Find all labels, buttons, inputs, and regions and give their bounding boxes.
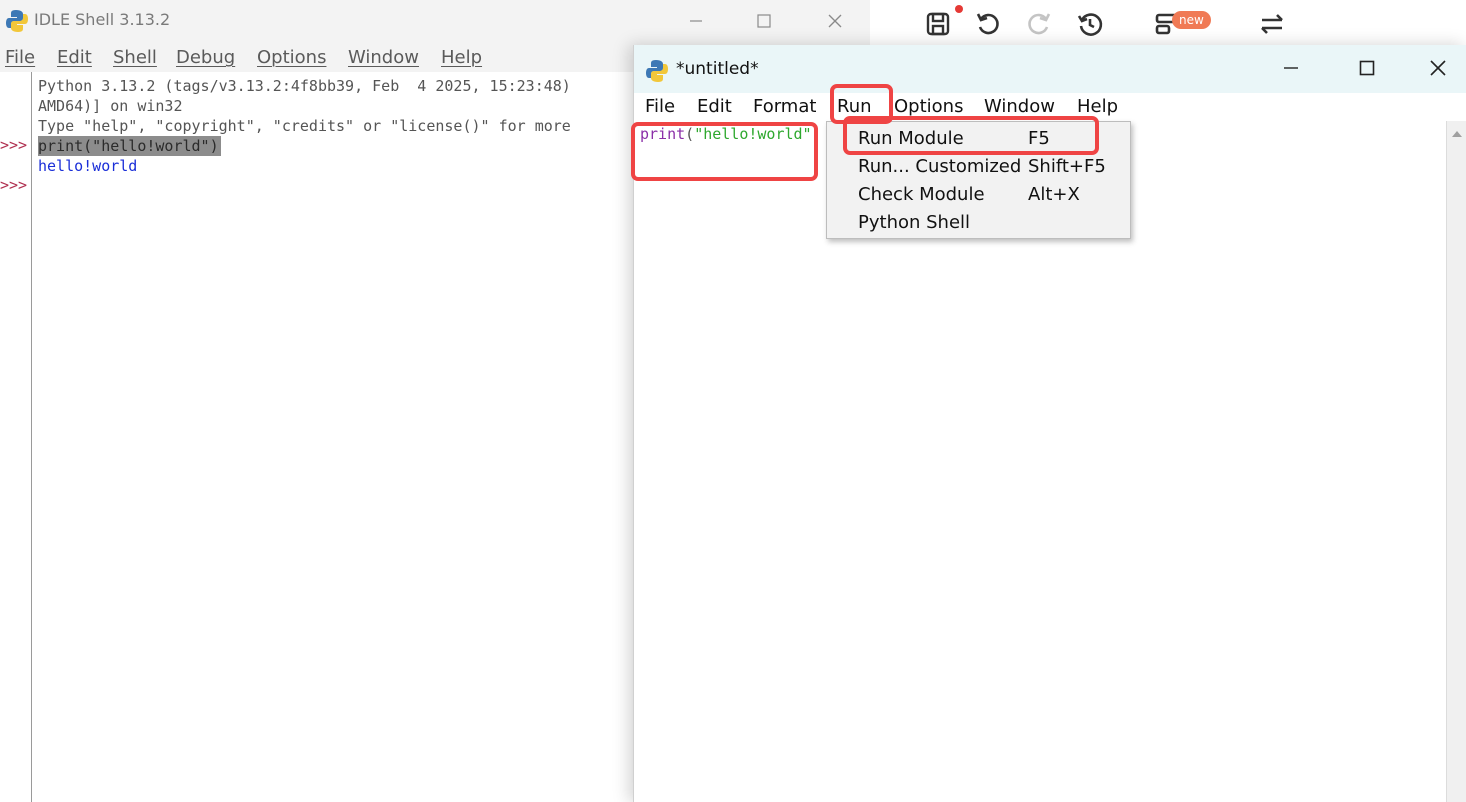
shell-menu-options[interactable]: Options	[257, 47, 326, 68]
shell-banner-line: Type "help", "copyright", "credits" or "…	[38, 117, 571, 135]
menu-item-label: Run... Customized	[858, 156, 1022, 177]
new-badge: new	[1172, 11, 1211, 29]
shell-prompt: >>>	[0, 176, 28, 194]
editor-title: *untitled*	[676, 59, 759, 79]
editor-menu-format[interactable]: Format	[753, 96, 816, 117]
editor-menu-options[interactable]: Options	[894, 96, 963, 117]
shell-menu-help[interactable]: Help	[441, 47, 482, 68]
editor-menu-bar: File Edit Format Run Options Window Help	[634, 93, 1466, 121]
shell-input-line: print("hello!world")	[38, 136, 221, 156]
run-menu-item-python-shell[interactable]: Python Shell	[827, 209, 1130, 237]
editor-menu-run[interactable]: Run	[837, 96, 872, 117]
code-string: "hello!world"	[694, 125, 812, 143]
shell-menu-debug[interactable]: Debug	[176, 47, 235, 68]
shell-prompt: >>>	[0, 136, 28, 154]
menu-item-label: Python Shell	[858, 212, 971, 233]
shell-output-line: hello!world	[38, 157, 138, 175]
shell-banner-line: AMD64)] on win32	[38, 97, 183, 115]
close-button[interactable]	[1415, 47, 1461, 89]
swap-icon[interactable]	[1256, 8, 1288, 40]
code-paren: (	[685, 125, 695, 143]
code-keyword: print	[640, 125, 686, 143]
save-icon[interactable]	[922, 8, 954, 40]
menu-item-shortcut: Shift+F5	[1028, 156, 1106, 177]
run-menu-item-run-customized[interactable]: Run... Customized Shift+F5	[827, 153, 1130, 181]
python-logo-icon	[646, 59, 668, 87]
editor-menu-window[interactable]: Window	[984, 96, 1055, 117]
editor-menu-edit[interactable]: Edit	[697, 96, 732, 117]
shell-prompt-gutter: >>> >>>	[0, 72, 32, 802]
menu-item-label: Check Module	[858, 184, 985, 205]
editor-menu-help[interactable]: Help	[1077, 96, 1118, 117]
menu-item-shortcut: F5	[1028, 128, 1050, 149]
scroll-up-arrow-icon[interactable]	[1452, 131, 1462, 137]
shell-banner-line: Python 3.13.2 (tags/v3.13.2:4f8bb39, Feb…	[38, 77, 571, 95]
run-menu-item-check-module[interactable]: Check Module Alt+X	[827, 181, 1130, 209]
editor-title-bar: *untitled*	[634, 45, 1466, 93]
shell-menu-file[interactable]: File	[5, 47, 35, 68]
unsaved-dot	[955, 5, 963, 13]
undo-icon[interactable]	[972, 8, 1004, 40]
minimize-button[interactable]	[1268, 47, 1314, 89]
editor-menu-file[interactable]: File	[645, 96, 675, 117]
close-button[interactable]	[812, 0, 858, 42]
python-logo-icon	[6, 9, 28, 37]
code-line: print("hello!world"	[640, 125, 812, 143]
maximize-button[interactable]	[1344, 47, 1390, 89]
menu-item-label: Run Module	[858, 128, 964, 149]
run-menu-item-run-module[interactable]: Run Module F5	[827, 125, 1130, 153]
shell-menu-shell[interactable]: Shell	[113, 47, 157, 68]
shell-title-bar: IDLE Shell 3.13.2	[0, 0, 870, 42]
run-menu-dropdown: Run Module F5 Run... Customized Shift+F5…	[826, 121, 1131, 239]
shell-menu-window[interactable]: Window	[348, 47, 419, 68]
history-icon[interactable]	[1074, 8, 1106, 40]
minimize-button[interactable]	[673, 0, 719, 42]
shell-title: IDLE Shell 3.13.2	[34, 10, 171, 29]
redo-icon[interactable]	[1023, 8, 1055, 40]
shell-menu-edit[interactable]: Edit	[57, 47, 92, 68]
maximize-button[interactable]	[741, 0, 787, 42]
menu-item-shortcut: Alt+X	[1028, 184, 1080, 205]
vertical-scrollbar[interactable]	[1446, 121, 1466, 802]
